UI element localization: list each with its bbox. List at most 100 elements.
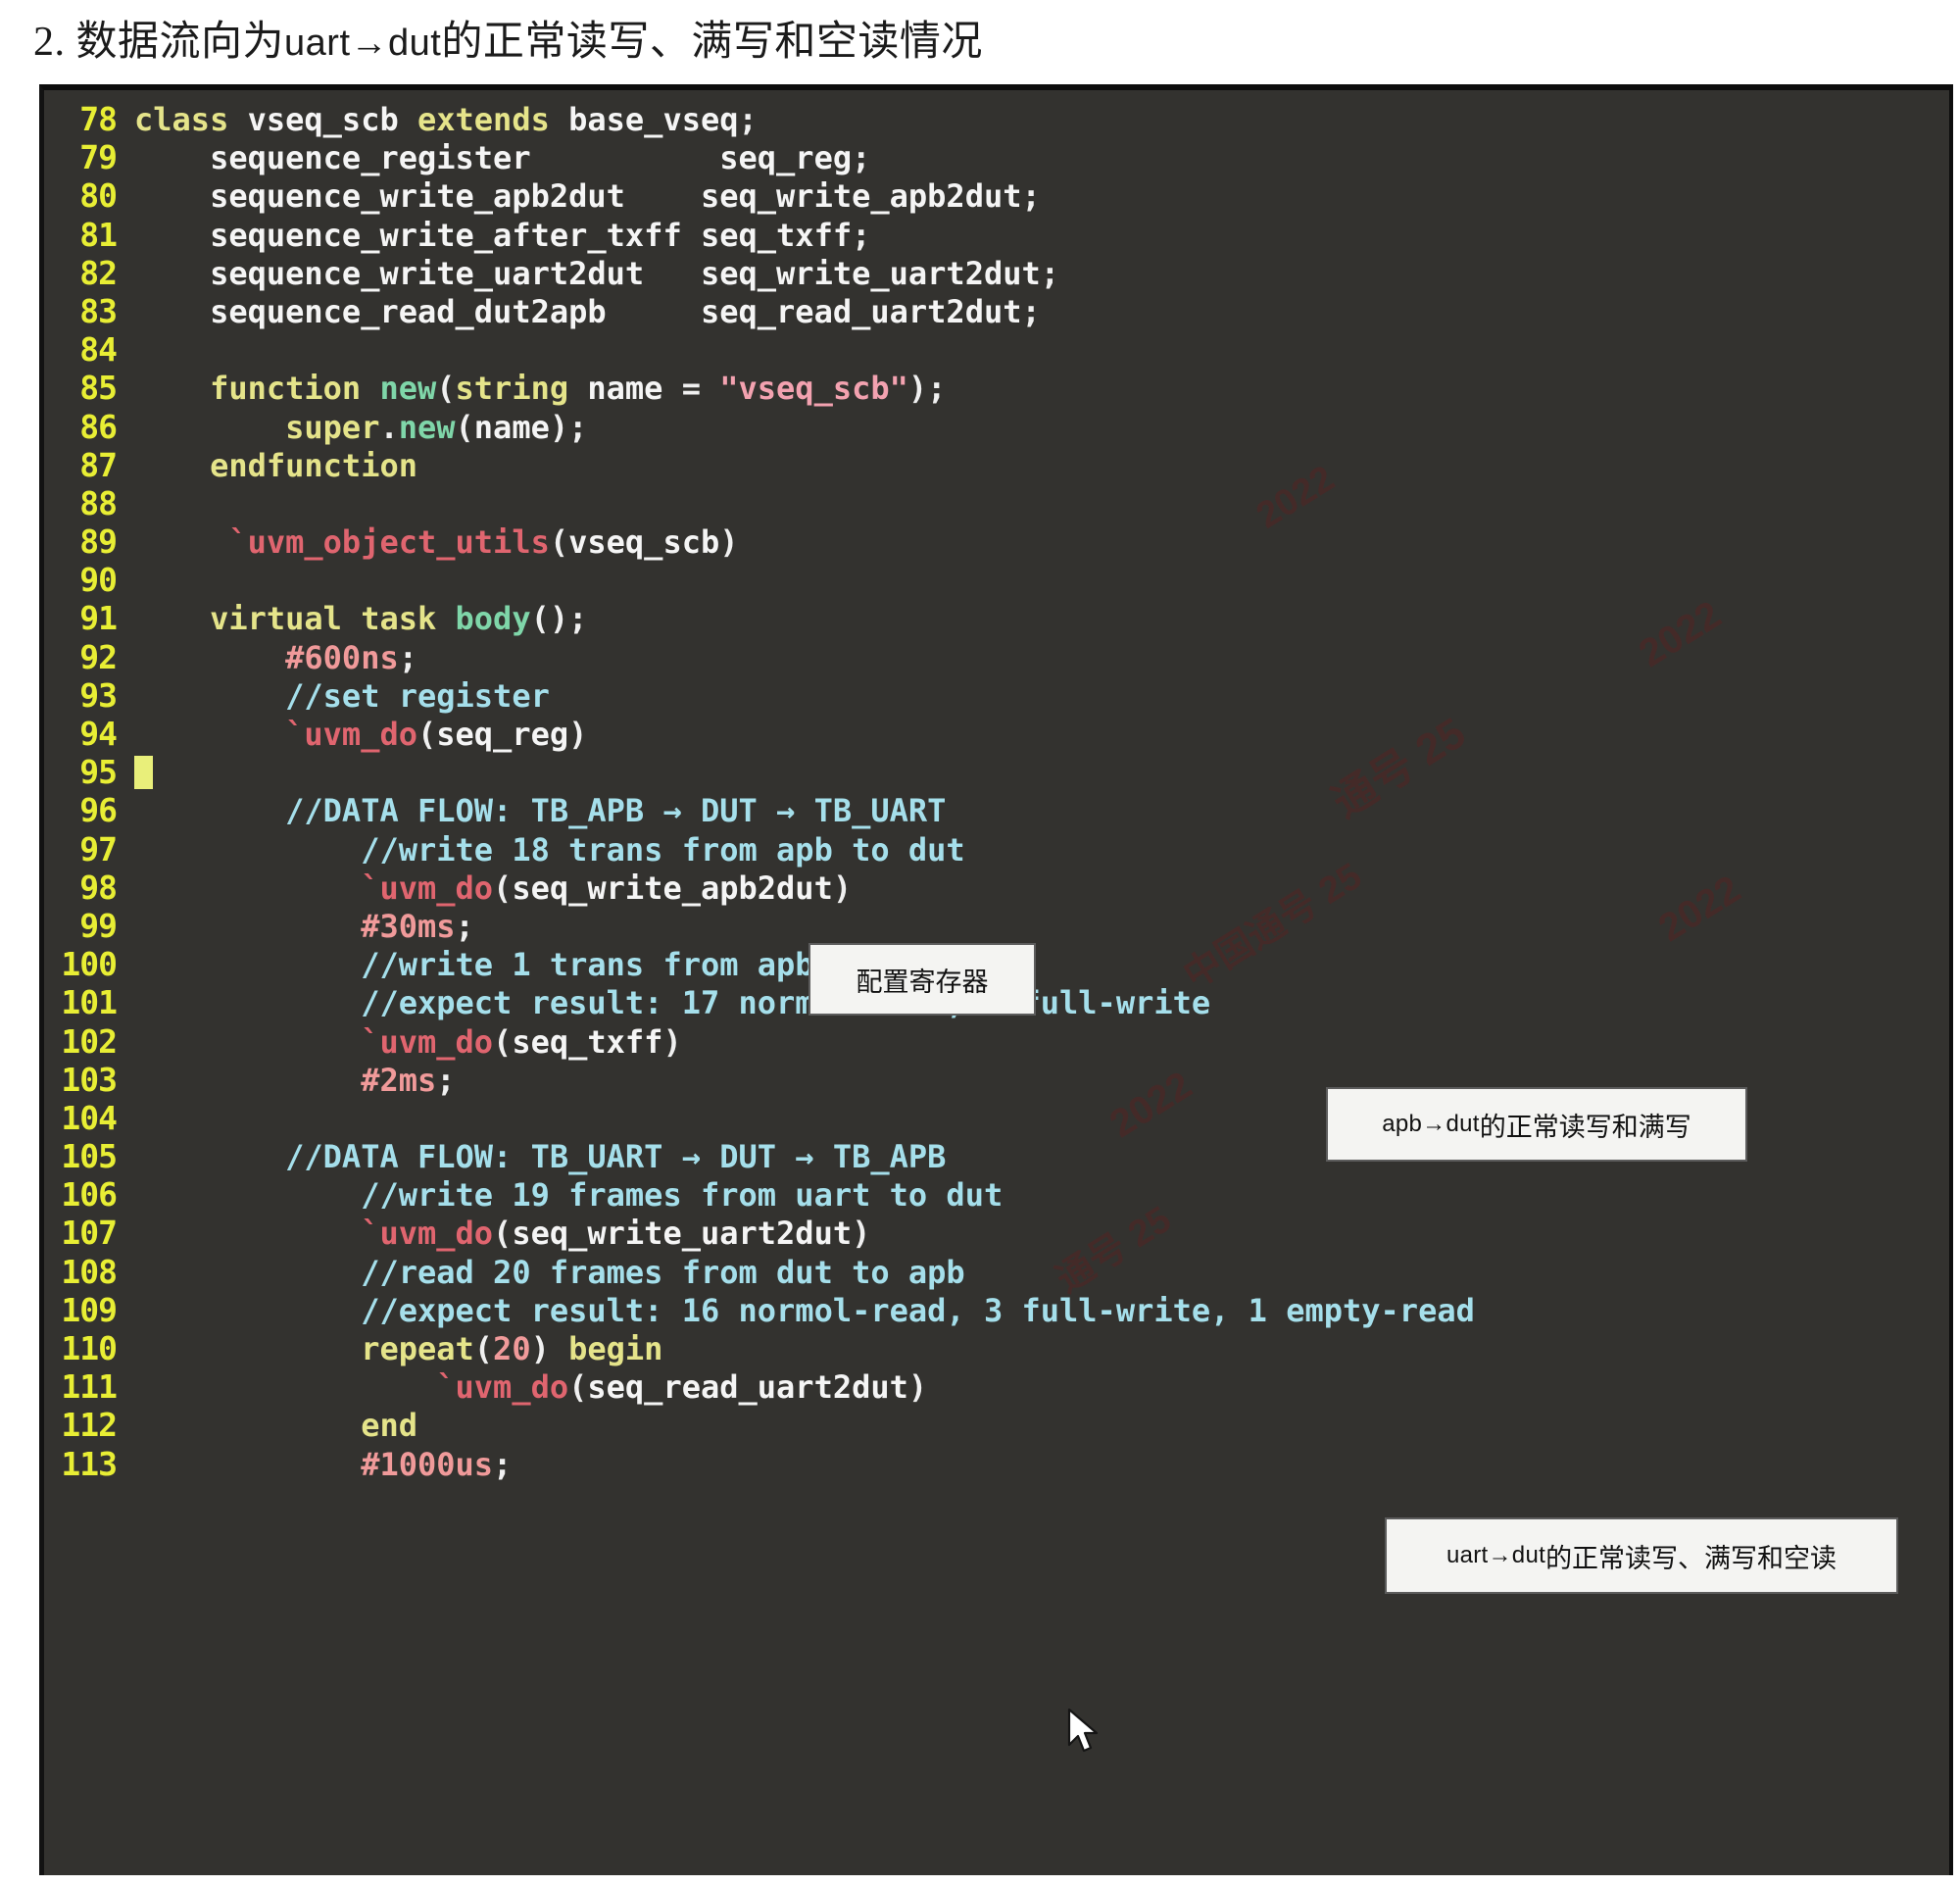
code-line[interactable]: 111 `uvm_do(seq_read_uart2dut) (44, 1367, 1949, 1406)
callout-apb-flow: apb→dut (1382, 1111, 1480, 1137)
code-line-text[interactable]: sequence_register seq_reg; (134, 139, 1949, 177)
code-line-text[interactable]: //write 19 frames from uart to dut (134, 1176, 1949, 1215)
code-line-text[interactable]: //set register (134, 677, 1949, 716)
line-number: 98 (79, 868, 118, 907)
code-line[interactable]: 91 virtual task body(); (44, 599, 1949, 637)
line-number: 86 (79, 407, 118, 446)
page-title-text-before: 数据流向为 (75, 20, 285, 65)
code-line[interactable]: 86 super.new(name); (44, 408, 1949, 446)
line-number: 90 (79, 561, 118, 600)
code-line-text[interactable]: end (134, 1407, 1949, 1445)
code-line[interactable]: 108 //read 20 frames from dut to apb (44, 1253, 1949, 1291)
callout-uart-to-dut: uart→dut 的正常读写、满写和空读 (1385, 1517, 1898, 1594)
line-number: 108 (61, 1252, 118, 1291)
code-line-text[interactable]: //write 1 trans from apb to dut (134, 946, 1949, 984)
code-line-text[interactable] (134, 754, 1949, 792)
code-line-text[interactable]: `uvm_do(seq_read_uart2dut) (134, 1368, 1949, 1407)
code-line[interactable]: 112 end (44, 1406, 1949, 1444)
code-line-text[interactable]: repeat(20) begin (134, 1330, 1949, 1368)
code-line[interactable]: 97 //write 18 trans from apb to dut (44, 830, 1949, 869)
code-line-text[interactable]: class vseq_scb extends base_vseq; (134, 101, 1949, 139)
code-line[interactable]: 79 sequence_register seq_reg; (44, 138, 1949, 176)
code-line-list: 78 class vseq_scb extends base_vseq; 79 se… (44, 90, 1949, 1483)
text-cursor (134, 756, 153, 790)
code-line-text[interactable]: sequence_write_after_txff seq_txff; (134, 217, 1949, 255)
code-line[interactable]: 81 sequence_write_after_txff seq_txff; (44, 216, 1949, 254)
code-line[interactable]: 82 sequence_write_uart2dut seq_write_uar… (44, 254, 1949, 292)
code-line-text[interactable]: #1000us; (134, 1446, 1949, 1484)
code-line-text[interactable]: //read 20 frames from dut to apb (134, 1254, 1949, 1292)
line-number: 87 (79, 445, 118, 484)
code-line-text[interactable]: sequence_write_apb2dut seq_write_apb2dut… (134, 177, 1949, 216)
code-line[interactable]: 83 sequence_read_dut2apb seq_read_uart2d… (44, 292, 1949, 330)
code-line[interactable]: 90 (44, 561, 1949, 599)
code-line[interactable]: 98 `uvm_do(seq_write_apb2dut) (44, 869, 1949, 907)
code-line-text[interactable]: super.new(name); (134, 409, 1949, 447)
code-line[interactable]: 87 endfunction (44, 446, 1949, 484)
code-line-text[interactable]: `uvm_do(seq_write_apb2dut) (134, 869, 1949, 908)
line-number: 104 (61, 1098, 118, 1137)
callout-uart-flow: uart→dut (1446, 1542, 1546, 1568)
line-number: 96 (79, 791, 118, 830)
callout-configure-register: 配置寄存器 (808, 943, 1036, 1016)
code-line[interactable]: 85 function new(string name = "vseq_scb"… (44, 369, 1949, 407)
code-line[interactable]: 110 repeat(20) begin (44, 1329, 1949, 1367)
line-number: 84 (79, 330, 118, 370)
code-line-text[interactable]: virtual task body(); (134, 600, 1949, 638)
code-line[interactable]: 95 (44, 753, 1949, 791)
code-line-text[interactable]: `uvm_do(seq_reg) (134, 716, 1949, 754)
line-number: 99 (79, 906, 118, 945)
code-line[interactable]: 107 `uvm_do(seq_write_uart2dut) (44, 1214, 1949, 1252)
code-line[interactable]: 94 `uvm_do(seq_reg) (44, 715, 1949, 753)
code-line-text[interactable]: sequence_write_uart2dut seq_write_uart2d… (134, 255, 1949, 293)
code-line[interactable]: 89 `uvm_object_utils(vseq_scb) (44, 522, 1949, 561)
page-title-text-after: 的正常读写、满写和空读情况 (441, 20, 983, 65)
code-line[interactable]: 93 //set register (44, 676, 1949, 715)
line-number: 79 (79, 138, 118, 177)
page-title-flow: uart→dut (284, 23, 442, 64)
code-line-text[interactable]: `uvm_object_utils(vseq_scb) (134, 523, 1949, 562)
code-line[interactable]: 88 (44, 484, 1949, 522)
code-line[interactable]: 80 sequence_write_apb2dut seq_write_apb2… (44, 176, 1949, 215)
line-number: 83 (79, 291, 118, 330)
line-number: 89 (79, 522, 118, 562)
line-number: 107 (61, 1214, 118, 1253)
code-line-text[interactable]: `uvm_do(seq_txff) (134, 1023, 1949, 1062)
line-number: 103 (61, 1060, 118, 1099)
code-line[interactable]: 106 //write 19 frames from uart to dut (44, 1175, 1949, 1214)
code-line-text[interactable]: //write 18 trans from apb to dut (134, 831, 1949, 869)
line-number: 109 (61, 1290, 118, 1329)
code-line-text[interactable]: //expect result: 17 normol-read, 1 full-… (134, 984, 1949, 1022)
code-line-text[interactable]: endfunction (134, 447, 1949, 485)
code-line-text[interactable]: //DATA FLOW: TB_APB → DUT → TB_UART (134, 792, 1949, 830)
code-line[interactable]: 113 #1000us; (44, 1445, 1949, 1483)
callout-uart-label: 的正常读写、满写和空读 (1545, 1543, 1838, 1573)
line-number: 78 (79, 100, 118, 138)
code-line-text[interactable]: #600ns; (134, 639, 1949, 677)
line-number: 80 (79, 176, 118, 216)
code-line[interactable]: 99 #30ms; (44, 907, 1949, 945)
mouse-pointer-icon (1067, 1708, 1099, 1753)
code-line[interactable]: 84 (44, 330, 1949, 369)
code-line-text[interactable]: `uvm_do(seq_write_uart2dut) (134, 1215, 1949, 1253)
code-line-text[interactable]: sequence_read_dut2apb seq_read_uart2dut; (134, 293, 1949, 331)
code-line[interactable]: 102 `uvm_do(seq_txff) (44, 1022, 1949, 1061)
line-number: 82 (79, 253, 118, 292)
code-line[interactable]: 109 //expect result: 16 normol-read, 3 f… (44, 1291, 1949, 1329)
line-number: 110 (61, 1329, 118, 1367)
page-title: 2. 数据流向为uart→dut的正常读写、满写和空读情况 (33, 8, 983, 68)
line-number: 85 (79, 369, 118, 408)
line-number: 88 (79, 483, 118, 522)
code-line-text[interactable]: //expect result: 16 normol-read, 3 full-… (134, 1292, 1949, 1330)
line-number: 112 (61, 1406, 118, 1445)
line-number: 95 (79, 753, 118, 792)
code-line[interactable]: 92 #600ns; (44, 638, 1949, 676)
callout-apb-to-dut: apb→dut 的正常读写和满写 (1326, 1087, 1747, 1162)
code-line-text[interactable]: #30ms; (134, 908, 1949, 946)
line-number: 113 (61, 1444, 118, 1483)
callout-reg-label: 配置寄存器 (856, 967, 989, 997)
code-line[interactable]: 78 class vseq_scb extends base_vseq; (44, 100, 1949, 138)
code-line-text[interactable]: function new(string name = "vseq_scb"); (134, 370, 1949, 408)
code-line[interactable]: 96 //DATA FLOW: TB_APB → DUT → TB_UART (44, 791, 1949, 829)
code-editor-window[interactable]: 2022 通号 25 2022 中国通号 25 2022 通号 25 2022 78 clas… (39, 84, 1953, 1875)
